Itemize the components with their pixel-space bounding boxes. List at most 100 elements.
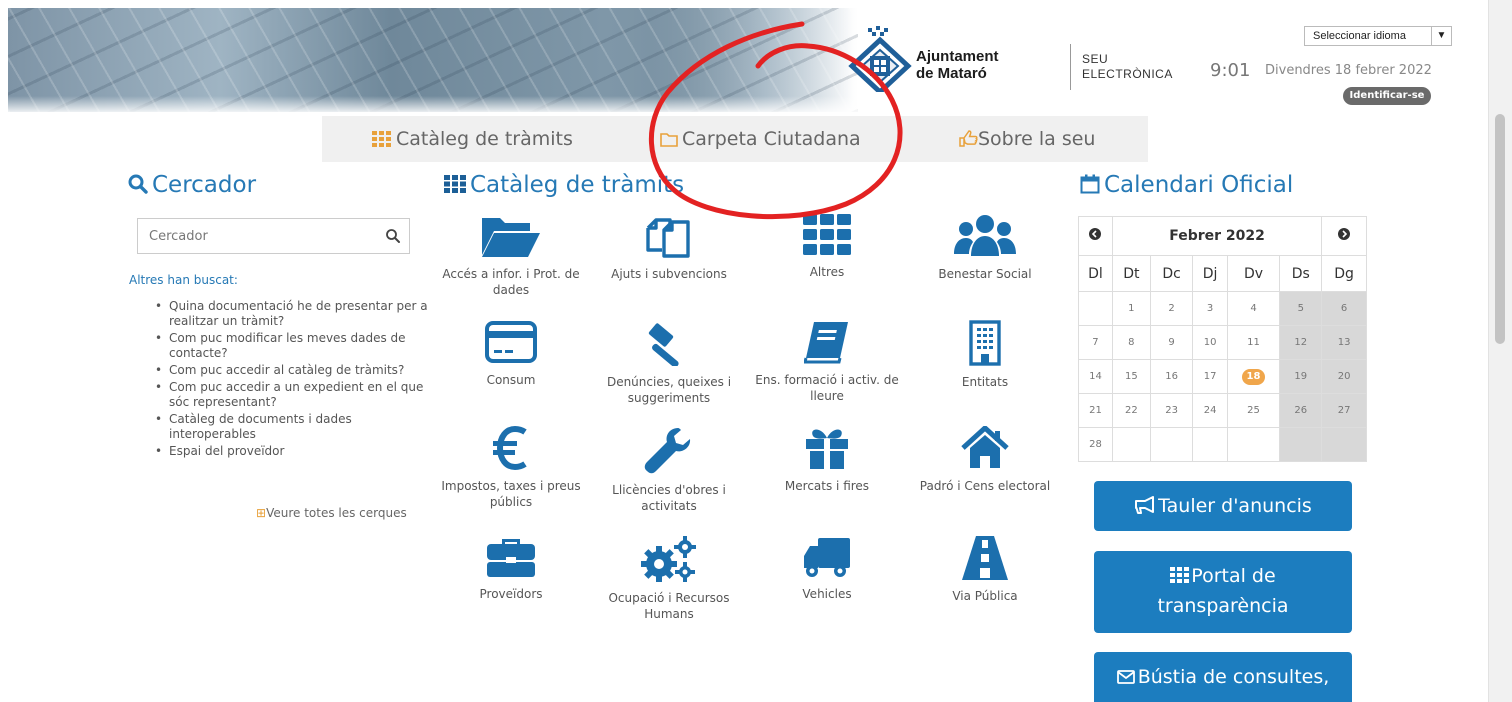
catalog-tile-ensenyament[interactable]: Ens. formació i activ. de lleure [752, 320, 902, 404]
popular-search-link[interactable]: Com puc modificar les meves dades de con… [155, 331, 430, 361]
catalog-tile-entitats[interactable]: Entitats [910, 320, 1060, 390]
calendar-day[interactable]: 26 [1279, 393, 1323, 428]
language-select[interactable]: Seleccionar idioma ▼ [1304, 26, 1452, 46]
plus-square-icon: ⊞ [256, 506, 267, 520]
catalog-tile-denuncies[interactable]: Denúncies, queixes i suggeriments [594, 320, 744, 406]
calendar-day-today[interactable]: 18 [1226, 359, 1281, 395]
catalog-tile-mercats[interactable]: Mercats i fires [752, 426, 902, 494]
see-all-searches-link[interactable]: ⊞Veure totes les cerques [256, 506, 407, 520]
calendar-day[interactable]: 12 [1279, 325, 1323, 361]
gavel-icon [648, 323, 679, 366]
calendar-day[interactable]: 25 [1226, 393, 1281, 428]
calendar-day-empty [1149, 427, 1194, 462]
nav-item-sobre[interactable]: Sobre la seu [958, 128, 1095, 150]
popular-search-link[interactable]: Quina documentació he de presentar per a… [155, 299, 430, 329]
calendar-day[interactable]: 7 [1078, 325, 1113, 361]
seu-electronica-label: SEU ELECTRÒNICA [1082, 52, 1173, 81]
calendar-day-empty [1279, 427, 1323, 462]
calendar-day[interactable]: 8 [1111, 325, 1151, 361]
calendar-day[interactable]: 20 [1321, 359, 1367, 395]
calendar-day[interactable]: 27 [1321, 393, 1367, 428]
chevron-left-circle-icon [1089, 228, 1102, 241]
calendar-day[interactable]: 23 [1149, 393, 1194, 428]
catalog-tile-ocupacio[interactable]: Ocupació i Recursos Humans [594, 536, 744, 622]
copy-documents-icon [646, 218, 690, 258]
next-month-button[interactable] [1321, 215, 1367, 257]
calendar-day[interactable]: 2 [1149, 291, 1194, 327]
hand-pointer-icon [959, 130, 978, 147]
catalog-tile-llicencies[interactable]: Llicències d'obres i activitats [594, 426, 744, 514]
briefcase-icon [487, 539, 535, 577]
calendar-day[interactable]: 3 [1192, 291, 1228, 327]
popular-search-link[interactable]: Catàleg de documents i dades interoperab… [155, 412, 430, 442]
truck-icon [804, 538, 850, 577]
search-icon [128, 174, 148, 194]
day-of-week: Dl [1078, 255, 1113, 293]
organization-name[interactable]: Ajuntament de Mataró [916, 48, 999, 82]
calendar-day[interactable]: 24 [1192, 393, 1228, 428]
scrollbar-thumb[interactable] [1495, 114, 1505, 344]
portal-transparencia-button[interactable]: Portal de transparència [1094, 551, 1352, 633]
calendar-month: Febrer 2022 [1111, 215, 1323, 257]
grid-icon [372, 131, 391, 147]
calendar-day[interactable]: 9 [1149, 325, 1194, 361]
catalog-tile-impostos[interactable]: Impostos, taxes i preus públics [436, 426, 586, 510]
day-of-week: Dc [1149, 255, 1194, 293]
popular-search-link[interactable]: Com puc accedir a un expedient en el que… [155, 380, 430, 410]
current-time: 9:01 [1210, 60, 1251, 81]
calendar-day[interactable]: 14 [1078, 359, 1113, 395]
calendar-day[interactable]: 6 [1321, 291, 1367, 327]
today-badge: 18 [1242, 368, 1266, 385]
calendar-day[interactable]: 5 [1279, 291, 1323, 327]
calendar-day[interactable]: 4 [1226, 291, 1281, 327]
catalog-tile-vehicles[interactable]: Vehicles [752, 536, 902, 602]
day-of-week: Dj [1192, 255, 1228, 293]
popular-search-link[interactable]: Espai del proveïdor [155, 444, 430, 459]
dropdown-arrow-icon: ▼ [1431, 27, 1451, 45]
euro-icon [493, 426, 527, 470]
catalog-tile-altres[interactable]: Altres [752, 214, 902, 280]
calendar-day[interactable]: 21 [1078, 393, 1113, 428]
tauler-anuncis-button[interactable]: Tauler d'anuncis [1094, 481, 1352, 531]
catalog-tile-benestar-social[interactable]: Benestar Social [910, 214, 1060, 282]
page-scrollbar[interactable] [1488, 0, 1512, 702]
catalog-tile-acces-informacio[interactable]: Accés a infor. i Prot. de dades [436, 214, 586, 298]
login-button[interactable]: Identificar-se [1343, 87, 1431, 105]
search-field [137, 218, 410, 254]
calendar-day[interactable]: 13 [1321, 325, 1367, 361]
chevron-right-circle-icon [1338, 228, 1351, 241]
calendar-day[interactable]: 10 [1192, 325, 1228, 361]
calendar-day-empty [1192, 427, 1228, 462]
envelope-icon [1116, 670, 1135, 684]
calendar-day[interactable]: 17 [1192, 359, 1228, 395]
popular-search-link[interactable]: Com puc accedir al catàleg de tràmits? [155, 363, 430, 378]
calendar-day[interactable]: 22 [1111, 393, 1151, 428]
current-date: Divendres 18 febrer 2022 [1265, 63, 1432, 78]
calendar-day-empty [1111, 427, 1151, 462]
gift-icon [806, 429, 848, 469]
calendar-day[interactable]: 11 [1226, 325, 1281, 361]
calendar-day[interactable]: 28 [1078, 427, 1113, 462]
calendar-day[interactable]: 19 [1279, 359, 1323, 395]
calendar: Febrer 2022 Dl Dt Dc Dj Dv Ds Dg 1 2 3 4… [1078, 215, 1367, 462]
catalog-tile-padro[interactable]: Padró i Cens electoral [910, 426, 1060, 494]
folder-open-icon [482, 218, 540, 257]
catalog-tile-consum[interactable]: Consum [436, 320, 586, 388]
ajuntament-logo-icon[interactable] [848, 26, 912, 92]
catalog-tile-via-publica[interactable]: Via Pública [910, 536, 1060, 604]
calendar-day[interactable]: 15 [1111, 359, 1151, 395]
prev-month-button[interactable] [1078, 215, 1113, 257]
search-input[interactable] [138, 219, 368, 253]
nav-item-cataleg[interactable]: Catàleg de tràmits [372, 128, 573, 150]
search-button-icon[interactable] [385, 228, 401, 244]
calendar-day[interactable]: 16 [1149, 359, 1194, 395]
nav-item-carpeta[interactable]: Carpeta Ciutadana [660, 128, 861, 150]
users-icon [954, 215, 1016, 256]
calendar-day-empty [1078, 291, 1113, 327]
catalog-tile-proveidors[interactable]: Proveïdors [436, 536, 586, 602]
catalog-tile-ajuts-subvencions[interactable]: Ajuts i subvencions [594, 214, 744, 282]
calendar-day-empty [1321, 427, 1367, 462]
calendar-day[interactable]: 1 [1111, 291, 1151, 327]
bustia-consultes-button[interactable]: Bústia de consultes, [1094, 652, 1352, 702]
others-searched-title: Altres han buscat: [129, 273, 238, 287]
